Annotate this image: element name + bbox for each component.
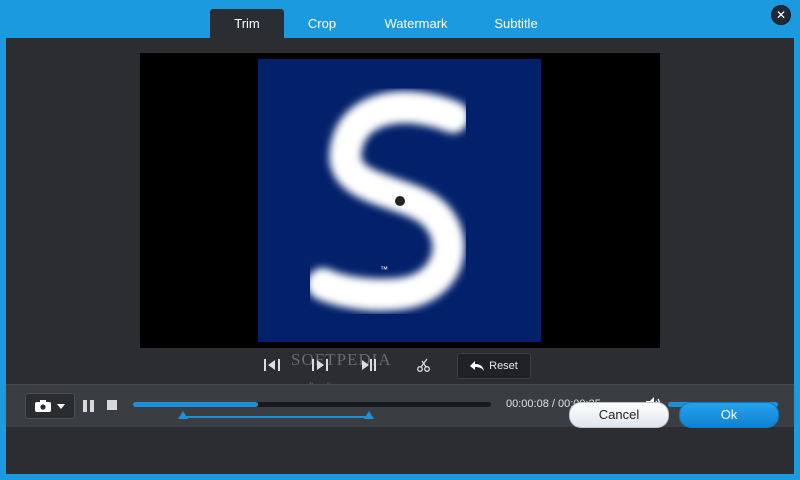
trim-end-handle[interactable] [364, 411, 374, 419]
reset-button[interactable]: Reset [457, 353, 531, 379]
snapshot-button[interactable] [25, 393, 75, 419]
step-forward-button[interactable] [356, 353, 380, 377]
video-frame: ™ [258, 59, 541, 342]
playback-bar: 00:00:08 / 00:00:25 [6, 384, 794, 427]
tab-trim[interactable]: Trim [210, 9, 284, 38]
s-logo-image: ™ [307, 91, 469, 311]
chevron-down-icon [57, 403, 65, 409]
pause-button[interactable] [82, 399, 96, 412]
tab-crop[interactable]: Crop [284, 9, 360, 38]
step-forward-icon [362, 359, 376, 371]
tab-bar: Trim Crop Watermark Subtitle [210, 9, 560, 38]
cut-button[interactable] [412, 353, 436, 377]
pause-icon [83, 400, 94, 412]
video-preview: ™ [140, 53, 660, 348]
trademark-mark: ™ [380, 265, 388, 274]
progress-fill [133, 402, 258, 407]
step-back-icon [264, 359, 280, 371]
main-panel: ™ SOFTPEDIA Reset www.so [6, 38, 794, 474]
step-back-button[interactable] [260, 353, 284, 377]
trim-range [183, 416, 369, 418]
tab-watermark[interactable]: Watermark [360, 9, 472, 38]
step-play-icon [312, 359, 328, 371]
scissors-icon [417, 358, 430, 372]
step-play-button[interactable] [308, 353, 332, 377]
tab-subtitle[interactable]: Subtitle [472, 9, 560, 38]
close-button[interactable]: ✕ [771, 5, 791, 25]
reset-label: Reset [489, 360, 518, 372]
cursor-icon [395, 196, 405, 206]
cancel-button[interactable]: Cancel [569, 402, 669, 428]
trim-dialog: Trim Crop Watermark Subtitle ✕ ™ SOFTPED… [0, 0, 800, 480]
undo-arrow-icon [470, 361, 485, 371]
camera-icon [35, 400, 51, 412]
stop-button[interactable] [107, 400, 117, 410]
close-icon: ✕ [775, 8, 787, 22]
ok-button[interactable]: Ok [679, 402, 779, 428]
progress-track[interactable] [133, 402, 491, 407]
